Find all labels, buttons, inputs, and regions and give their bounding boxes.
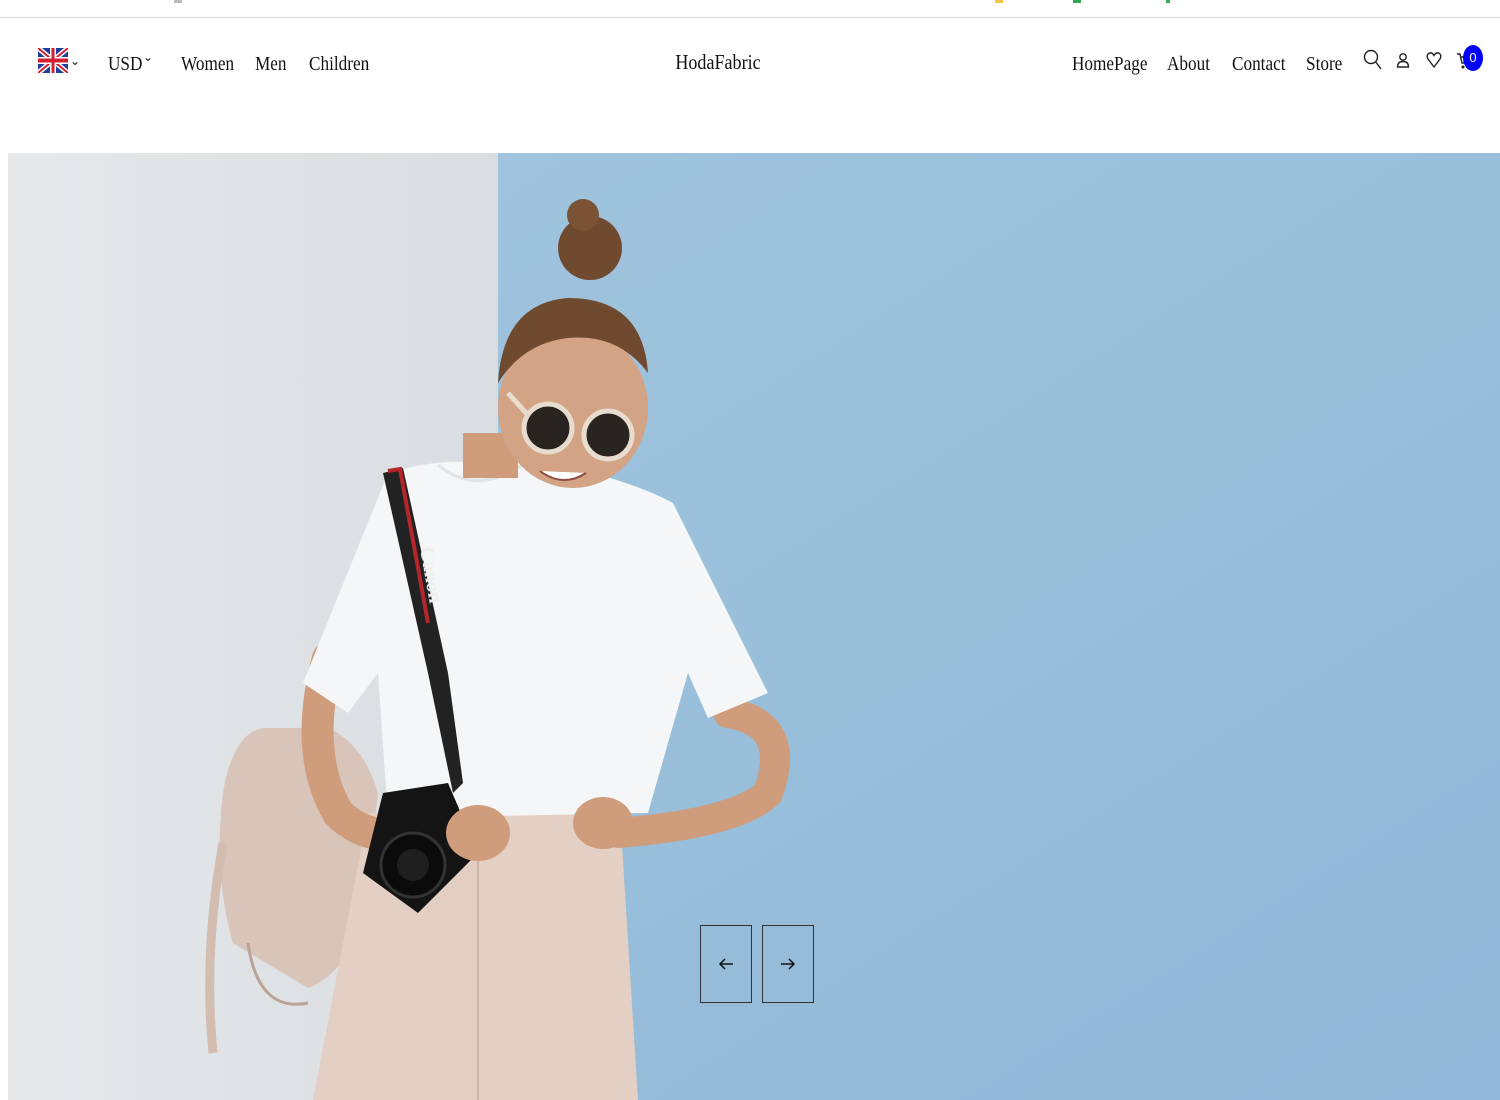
language-chevron-down-icon[interactable]: ⌄ bbox=[70, 54, 80, 68]
slider-next-button[interactable] bbox=[762, 925, 814, 1003]
nav-about[interactable]: About bbox=[1167, 52, 1210, 76]
nav-homepage[interactable]: HomePage bbox=[1072, 52, 1147, 76]
uk-flag-icon[interactable] bbox=[38, 48, 68, 73]
strip-mark-green bbox=[1073, 0, 1081, 3]
slider-prev-button[interactable] bbox=[700, 925, 752, 1003]
cart-count-badge: 0 bbox=[1463, 45, 1483, 71]
hero-photo: Canon bbox=[8, 153, 1500, 1100]
site-header: ⌄ USD ⌄ Women Men Children HodaFabric Ho… bbox=[0, 18, 1500, 108]
heart-icon[interactable] bbox=[1426, 51, 1442, 69]
nav-store[interactable]: Store bbox=[1306, 52, 1342, 76]
strip-mark-yellow bbox=[995, 0, 1003, 3]
strip-mark-green-2 bbox=[1166, 0, 1170, 3]
nav-contact[interactable]: Contact bbox=[1232, 52, 1286, 76]
browser-top-strip bbox=[0, 0, 1500, 18]
search-icon[interactable] bbox=[1363, 48, 1383, 72]
arrow-right-icon bbox=[781, 958, 796, 970]
arrow-left-icon bbox=[718, 958, 733, 970]
user-icon[interactable] bbox=[1396, 52, 1410, 68]
hero-slider: Canon bbox=[8, 153, 1500, 1100]
site-logo[interactable]: HodaFabric bbox=[101, 50, 1336, 75]
strip-mark-gray bbox=[174, 0, 182, 3]
